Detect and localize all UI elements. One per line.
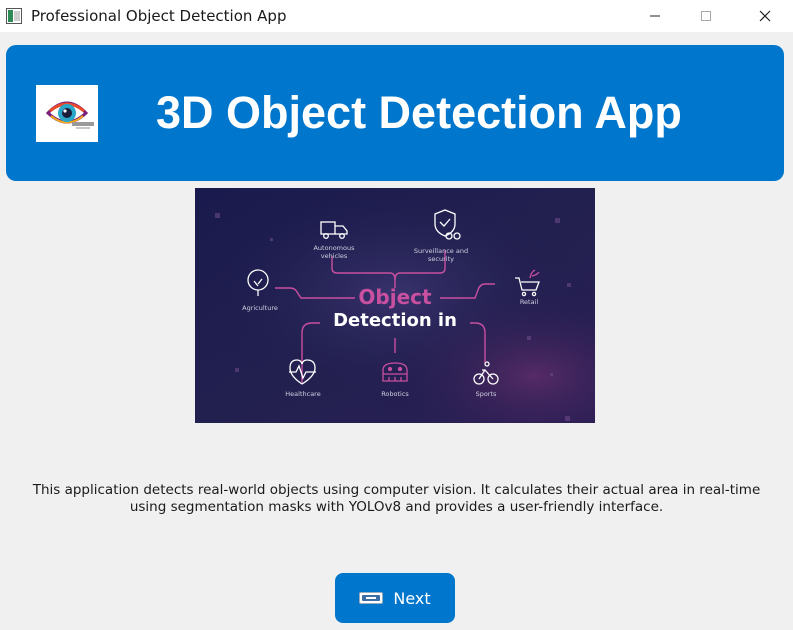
- minimize-icon: [650, 15, 660, 17]
- hero-label-agriculture: Agriculture: [242, 304, 278, 312]
- close-icon: [759, 10, 771, 22]
- next-button-label: Next: [393, 588, 431, 608]
- object-detection-infographic: Object Detection in Autonomous vehicles …: [195, 188, 595, 423]
- next-badge-icon: [359, 592, 384, 604]
- maximize-icon: [701, 11, 711, 21]
- maximize-button[interactable]: [683, 0, 729, 32]
- window-title: Professional Object Detection App: [31, 7, 287, 25]
- hero-label-surveillance-2: security: [428, 255, 454, 263]
- close-button[interactable]: [742, 0, 788, 32]
- title-bar: Professional Object Detection App: [0, 0, 793, 32]
- app-window-icon: [6, 8, 22, 24]
- hero-label-autonomous-1: Autonomous: [313, 244, 355, 252]
- next-button[interactable]: Next: [335, 573, 455, 623]
- hero-label-autonomous-2: vehicles: [321, 252, 348, 260]
- app-window: Professional Object Detection App 3D Obj…: [0, 0, 793, 630]
- header-banner: 3D Object Detection App: [6, 45, 784, 181]
- hero-headline-bottom: Detection in: [333, 310, 457, 331]
- minimize-button[interactable]: [632, 0, 678, 32]
- hero-label-retail: Retail: [520, 298, 539, 306]
- hero-label-healthcare: Healthcare: [285, 390, 320, 398]
- page-title: 3D Object Detection App: [156, 87, 682, 138]
- hero-label-robotics: Robotics: [381, 390, 409, 398]
- hero-headline-top: Object: [358, 285, 432, 309]
- app-description: This application detects real-world obje…: [32, 482, 761, 515]
- hero-image: Object Detection in Autonomous vehicles …: [195, 188, 595, 423]
- eye-logo-icon: [45, 101, 94, 129]
- hero-label-surveillance-1: Surveillance and: [414, 247, 468, 255]
- app-logo: [36, 85, 98, 142]
- hero-label-sports: Sports: [476, 390, 497, 398]
